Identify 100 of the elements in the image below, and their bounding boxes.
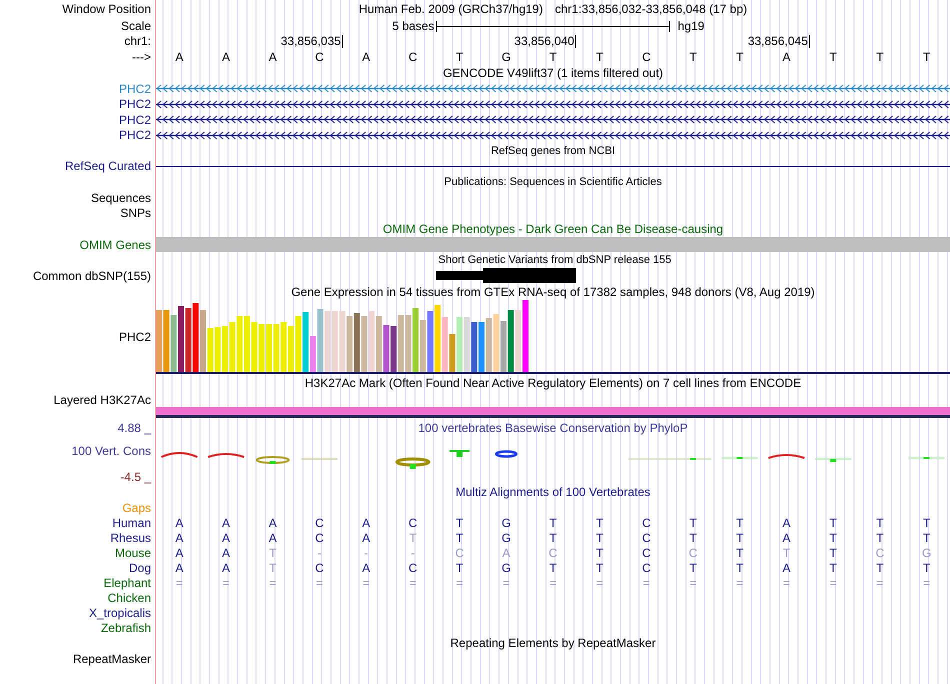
aligned-base: = — [408, 576, 418, 590]
aligned-base: C — [641, 516, 652, 530]
aligned-base: G — [500, 516, 512, 530]
aligned-base: = — [502, 576, 511, 590]
track-title: H3K27Ac Mark (Often Found Near Active Regulatory Elements) on 7 cell lines from ENCODE — [304, 376, 802, 390]
scale-span: 5 bases — [392, 19, 436, 33]
aligned-base: T — [688, 560, 698, 574]
conservation-glyph — [450, 450, 470, 457]
aligned-base: T — [595, 530, 604, 544]
aligned-base: T — [548, 560, 558, 574]
aligned-base: A — [782, 530, 792, 544]
aligned-base: = — [455, 576, 464, 590]
aligned-base: A — [174, 516, 184, 530]
aligned-base: T — [735, 516, 744, 530]
aligned-base: A — [221, 530, 232, 544]
assembly-name: Human Feb. 2009 (GRCh37/hg19) — [358, 2, 543, 16]
aligned-base: T — [782, 546, 792, 560]
aligned-base: = — [174, 576, 184, 590]
conservation-glyph — [160, 452, 198, 458]
species-label: Mouse — [114, 546, 152, 560]
gene-link[interactable]: PHC2 — [0, 97, 155, 112]
aligned-base: T — [548, 530, 558, 544]
aligned-base: T — [922, 516, 932, 530]
base-letter: A — [268, 50, 278, 64]
aligned-base: T — [875, 560, 885, 574]
base-letter: T — [454, 50, 464, 64]
aligned-base: = — [548, 576, 558, 590]
aligned-base: C — [641, 546, 652, 560]
aligned-base: A — [174, 560, 184, 574]
conservation-glyph — [814, 458, 852, 462]
gene-link[interactable]: PHC2 — [0, 128, 155, 142]
species-label: X_tropicalis — [88, 606, 152, 620]
aligned-base: A — [361, 530, 372, 544]
gene-link[interactable]: PHC2 — [0, 112, 155, 127]
aligned-base: C — [314, 516, 325, 530]
track-label: Sequences — [90, 190, 152, 204]
aligned-base: T — [595, 560, 604, 574]
aligned-base: = — [922, 576, 932, 590]
aligned-base: C — [874, 546, 886, 560]
aligned-base: = — [688, 576, 698, 590]
aligned-base: = — [362, 576, 371, 590]
track-label: chr1: — [123, 34, 152, 48]
aligned-base: T — [268, 546, 278, 560]
track-title: Repeating Elements by RepeatMasker — [450, 636, 656, 650]
track-label: PHC2 — [118, 330, 152, 344]
track-label[interactable]: OMIM Genes — [0, 238, 155, 252]
track-title: Multiz Alignments of 100 Vertebrates — [456, 485, 650, 499]
axis-max-label: 4.88 _ — [116, 420, 152, 434]
track-label: Layered H3K27Ac — [52, 392, 152, 407]
conservation-glyph — [208, 453, 244, 458]
conservation-glyph — [395, 458, 430, 469]
species-label: Chicken — [106, 590, 152, 604]
aligned-base: T — [922, 530, 932, 544]
aligned-base: = — [735, 576, 744, 590]
aligned-base: T — [875, 516, 885, 530]
species-label: Human — [111, 516, 152, 530]
aligned-base: C — [641, 530, 652, 544]
track-label: Window Position — [61, 2, 152, 16]
gene-link[interactable]: PHC2 — [0, 82, 155, 96]
track-title: RefSeq genes from NCBI — [490, 144, 616, 156]
aligned-base: = — [222, 576, 231, 590]
aligned-base: = — [782, 576, 792, 590]
base-letter: T — [875, 50, 885, 64]
coordinate-tick: 33,856,045 — [748, 34, 810, 48]
aligned-base: = — [268, 576, 278, 590]
aligned-base: T — [454, 516, 464, 530]
aligned-base: T — [828, 516, 838, 530]
track-title: Gene Expression in 54 tissues from GTEx RNA-seq of 17382 samples, 948 donors (V8, Aug 2019) — [291, 284, 815, 298]
aligned-base: A — [501, 546, 512, 560]
base-letter: T — [922, 50, 932, 64]
species-label: Elephant — [102, 576, 152, 590]
aligned-base: = — [642, 576, 651, 590]
aligned-base: = — [875, 576, 884, 590]
aligned-base: - — [410, 546, 416, 560]
aligned-base: C — [548, 546, 558, 560]
base-letter: T — [595, 50, 604, 64]
track-title: OMIM Gene Phenotypes - Dark Green Can Be Disease-causing — [382, 222, 724, 236]
track-label: 100 Vert. Cons — [70, 443, 152, 458]
aligned-base: - — [316, 546, 322, 560]
aligned-base: C — [314, 530, 325, 544]
aligned-base: T — [595, 546, 604, 560]
base-letter: C — [408, 50, 418, 64]
track-label[interactable]: RefSeq Curated — [0, 159, 155, 173]
assembly-label: hg19 — [676, 19, 706, 33]
base-letter: C — [641, 50, 652, 64]
aligned-base: A — [268, 516, 278, 530]
base-letter: A — [782, 50, 792, 64]
base-letter: A — [361, 50, 372, 64]
aligned-base: A — [174, 546, 184, 560]
aligned-base: = — [314, 576, 324, 590]
coordinate-tick: 33,856,035 — [280, 34, 343, 48]
base-letter: T — [828, 50, 838, 64]
species-label: Zebrafish — [100, 620, 152, 634]
aligned-base: C — [408, 516, 418, 530]
aligned-base: T — [828, 530, 838, 544]
species-label: Dog — [128, 560, 152, 574]
track-title: 100 vertebrates Basewise Conservation by PhyloP — [418, 420, 688, 434]
aligned-base: T — [735, 560, 744, 574]
aligned-base: T — [688, 516, 698, 530]
track-label: Scale — [120, 19, 152, 33]
